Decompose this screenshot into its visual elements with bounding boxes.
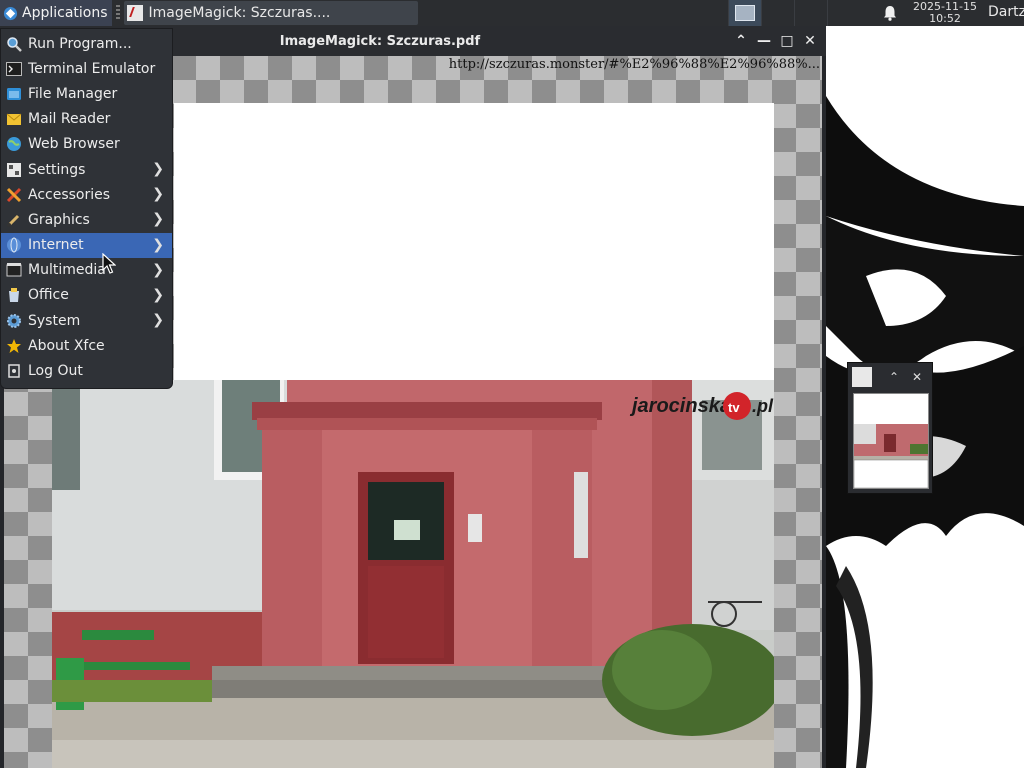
- pan-close-button[interactable]: ✕: [909, 369, 925, 385]
- menu-item-label: About Xfce: [28, 337, 105, 354]
- workspace-3[interactable]: [794, 0, 827, 26]
- workspace-switcher: [728, 0, 867, 26]
- close-window-button[interactable]: ✕: [801, 32, 819, 50]
- workspace-1[interactable]: [728, 0, 761, 26]
- taskbar-button-imagemagick[interactable]: ImageMagick: Szczuras....: [123, 1, 418, 25]
- menu-item-label: Log Out: [28, 363, 83, 380]
- applications-menu-button[interactable]: Applications: [0, 0, 112, 26]
- svg-text:jarocinska: jarocinska: [629, 395, 731, 417]
- menu-item-file-manager[interactable]: File Manager: [1, 81, 172, 106]
- maximize-window-button[interactable]: □: [778, 32, 796, 50]
- mail-icon: [6, 113, 22, 126]
- folder-icon: [7, 87, 21, 100]
- menu-item-settings[interactable]: Settings ❯: [1, 157, 172, 182]
- mouse-pointer-icon: [102, 253, 116, 274]
- multimedia-icon: [6, 263, 22, 277]
- menu-item-internet[interactable]: Internet ❯: [1, 232, 172, 258]
- menu-item-label: Office: [28, 287, 69, 304]
- menu-item-multimedia[interactable]: Multimedia ❯: [1, 258, 172, 283]
- submenu-arrow-icon: ❯: [152, 236, 164, 253]
- menu-item-label: Accessories: [28, 186, 111, 203]
- menu-item-label: Settings: [28, 161, 86, 178]
- menu-item-run-program[interactable]: Run Program...: [1, 31, 172, 56]
- globe-icon: [7, 137, 21, 152]
- pan-icon-window[interactable]: ⌃ ✕: [847, 362, 933, 494]
- submenu-arrow-icon: ❯: [152, 312, 164, 329]
- menu-item-label: Mail Reader: [28, 111, 111, 128]
- office-icon: [9, 288, 19, 303]
- applications-label: Applications: [22, 5, 108, 21]
- building-photo: jarocinska tv .pl: [52, 380, 774, 768]
- submenu-arrow-icon: ❯: [152, 286, 164, 303]
- imagemagick-icon: [126, 5, 143, 21]
- clock-time: 10:52: [929, 12, 961, 25]
- menu-item-label: File Manager: [28, 85, 118, 102]
- menu-item-label: Graphics: [28, 211, 90, 228]
- minimize-window-button[interactable]: —: [755, 32, 773, 50]
- logout-icon: [8, 364, 20, 378]
- graphics-icon: [7, 214, 20, 227]
- svg-text:.pl: .pl: [752, 396, 774, 416]
- building-photo-drawing: jarocinska tv .pl: [52, 380, 774, 768]
- menu-item-label: Web Browser: [28, 136, 120, 153]
- user-name-label[interactable]: Dartz: [988, 4, 1024, 20]
- menu-item-office[interactable]: Office ❯: [1, 283, 172, 308]
- star-icon: [7, 338, 21, 353]
- menu-item-web-browser[interactable]: Web Browser: [1, 132, 172, 157]
- submenu-arrow-icon: ❯: [152, 211, 164, 228]
- terminal-icon: [6, 61, 22, 76]
- menu-item-terminal-emulator[interactable]: Terminal Emulator: [1, 56, 172, 81]
- menu-item-label: System: [28, 312, 81, 329]
- taskbar-button-label: ImageMagick: Szczuras....: [148, 5, 331, 21]
- menu-item-label: Multimedia: [28, 262, 106, 279]
- panel-clock[interactable]: 2025-11-15 10:52: [905, 1, 985, 25]
- menu-item-label: Run Program...: [28, 35, 132, 52]
- menu-item-accessories[interactable]: Accessories ❯: [1, 182, 172, 207]
- workspace-4[interactable]: [827, 0, 860, 26]
- xfce-logo-icon: [3, 6, 18, 20]
- document-url-text: http://szczuras.monster/#%E2%96%88%E2%96…: [448, 57, 820, 72]
- menu-item-system[interactable]: System ❯: [1, 308, 172, 333]
- submenu-arrow-icon: ❯: [152, 261, 164, 278]
- menu-item-log-out[interactable]: Log Out: [1, 358, 172, 383]
- svg-text:tv: tv: [728, 400, 740, 415]
- submenu-arrow-icon: ❯: [152, 160, 164, 177]
- imagemagick-small-icon: [852, 367, 872, 387]
- menu-item-label: Terminal Emulator: [28, 60, 156, 77]
- shade-window-button[interactable]: ⌃: [732, 32, 750, 50]
- internet-icon: [7, 237, 21, 253]
- settings-icon: [7, 162, 21, 177]
- applications-menu: Run Program... Terminal Emulator File Ma…: [0, 28, 173, 389]
- search-icon: [7, 36, 22, 52]
- workspace-window-preview: [735, 5, 755, 21]
- pan-thumbnail[interactable]: [853, 393, 929, 489]
- top-panel: Applications ImageMagick: Szczuras....: [0, 0, 1024, 26]
- accessories-icon: [6, 187, 22, 202]
- gear-icon: [7, 313, 21, 328]
- menu-item-graphics[interactable]: Graphics ❯: [1, 207, 172, 232]
- pdf-page-blank-area: [174, 103, 774, 381]
- menu-item-label: Internet: [28, 237, 84, 254]
- panel-separator: [115, 5, 120, 21]
- notification-bell-icon[interactable]: [881, 4, 899, 22]
- pan-shade-button[interactable]: ⌃: [886, 369, 902, 385]
- thumbnail-drawing: [854, 394, 928, 488]
- workspace-2[interactable]: [761, 0, 794, 26]
- menu-item-mail-reader[interactable]: Mail Reader: [1, 107, 172, 132]
- submenu-arrow-icon: ❯: [152, 186, 164, 203]
- menu-item-about-xfce[interactable]: About Xfce: [1, 333, 172, 358]
